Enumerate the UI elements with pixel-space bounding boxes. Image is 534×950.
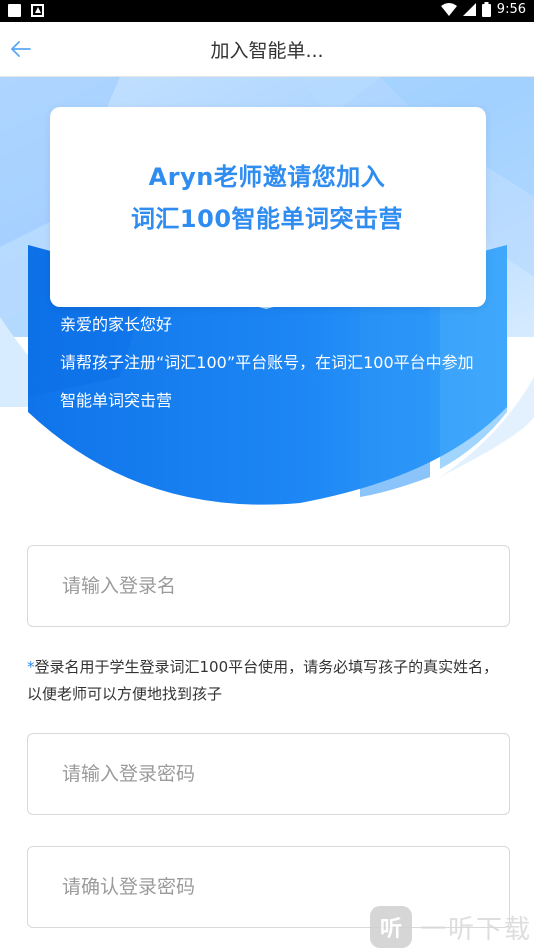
- greeting-text: 亲爱的家长您好: [60, 315, 173, 334]
- status-time: 9:56: [496, 2, 526, 17]
- watermark-logo-icon: 听: [369, 906, 412, 948]
- app-header: 加入智能单...: [0, 22, 534, 77]
- password-input[interactable]: [28, 734, 509, 814]
- app-store-icon: [31, 4, 44, 17]
- status-bar: 9:56: [0, 0, 534, 22]
- login-name-input[interactable]: [28, 546, 509, 626]
- login-name-hint: *登录名用于学生登录词汇100平台使用，请务必填写孩子的真实姓名，以便老师可以方…: [27, 654, 507, 708]
- watermark: 听 一听下载: [369, 906, 532, 948]
- notification-square-icon: [8, 4, 21, 17]
- invite-camp-line: 词汇100智能单词突击营: [130, 205, 404, 233]
- invite-description: 请帮孩子注册“词汇100”平台账号，在词汇100平台中参加智能单词突击营: [60, 353, 474, 410]
- watermark-text: 一听下载: [419, 914, 532, 945]
- signal-icon: [462, 3, 476, 16]
- invite-teacher-line: Aryn老师邀请您加入: [148, 163, 386, 191]
- required-star: *: [27, 658, 35, 676]
- battery-icon: [481, 2, 491, 17]
- password-field-box: [27, 733, 510, 815]
- login-name-field-box: [27, 545, 510, 627]
- page-title: 加入智能单...: [210, 40, 324, 62]
- invite-banner: Aryn老师邀请您加入 词汇100智能单词突击营 亲爱的家长您好 请帮孩子注册“…: [0, 77, 534, 517]
- hint-text: 登录名用于学生登录词汇100平台使用，请务必填写孩子的真实姓名，以便老师可以方便…: [27, 658, 499, 703]
- wifi-icon: [440, 3, 457, 16]
